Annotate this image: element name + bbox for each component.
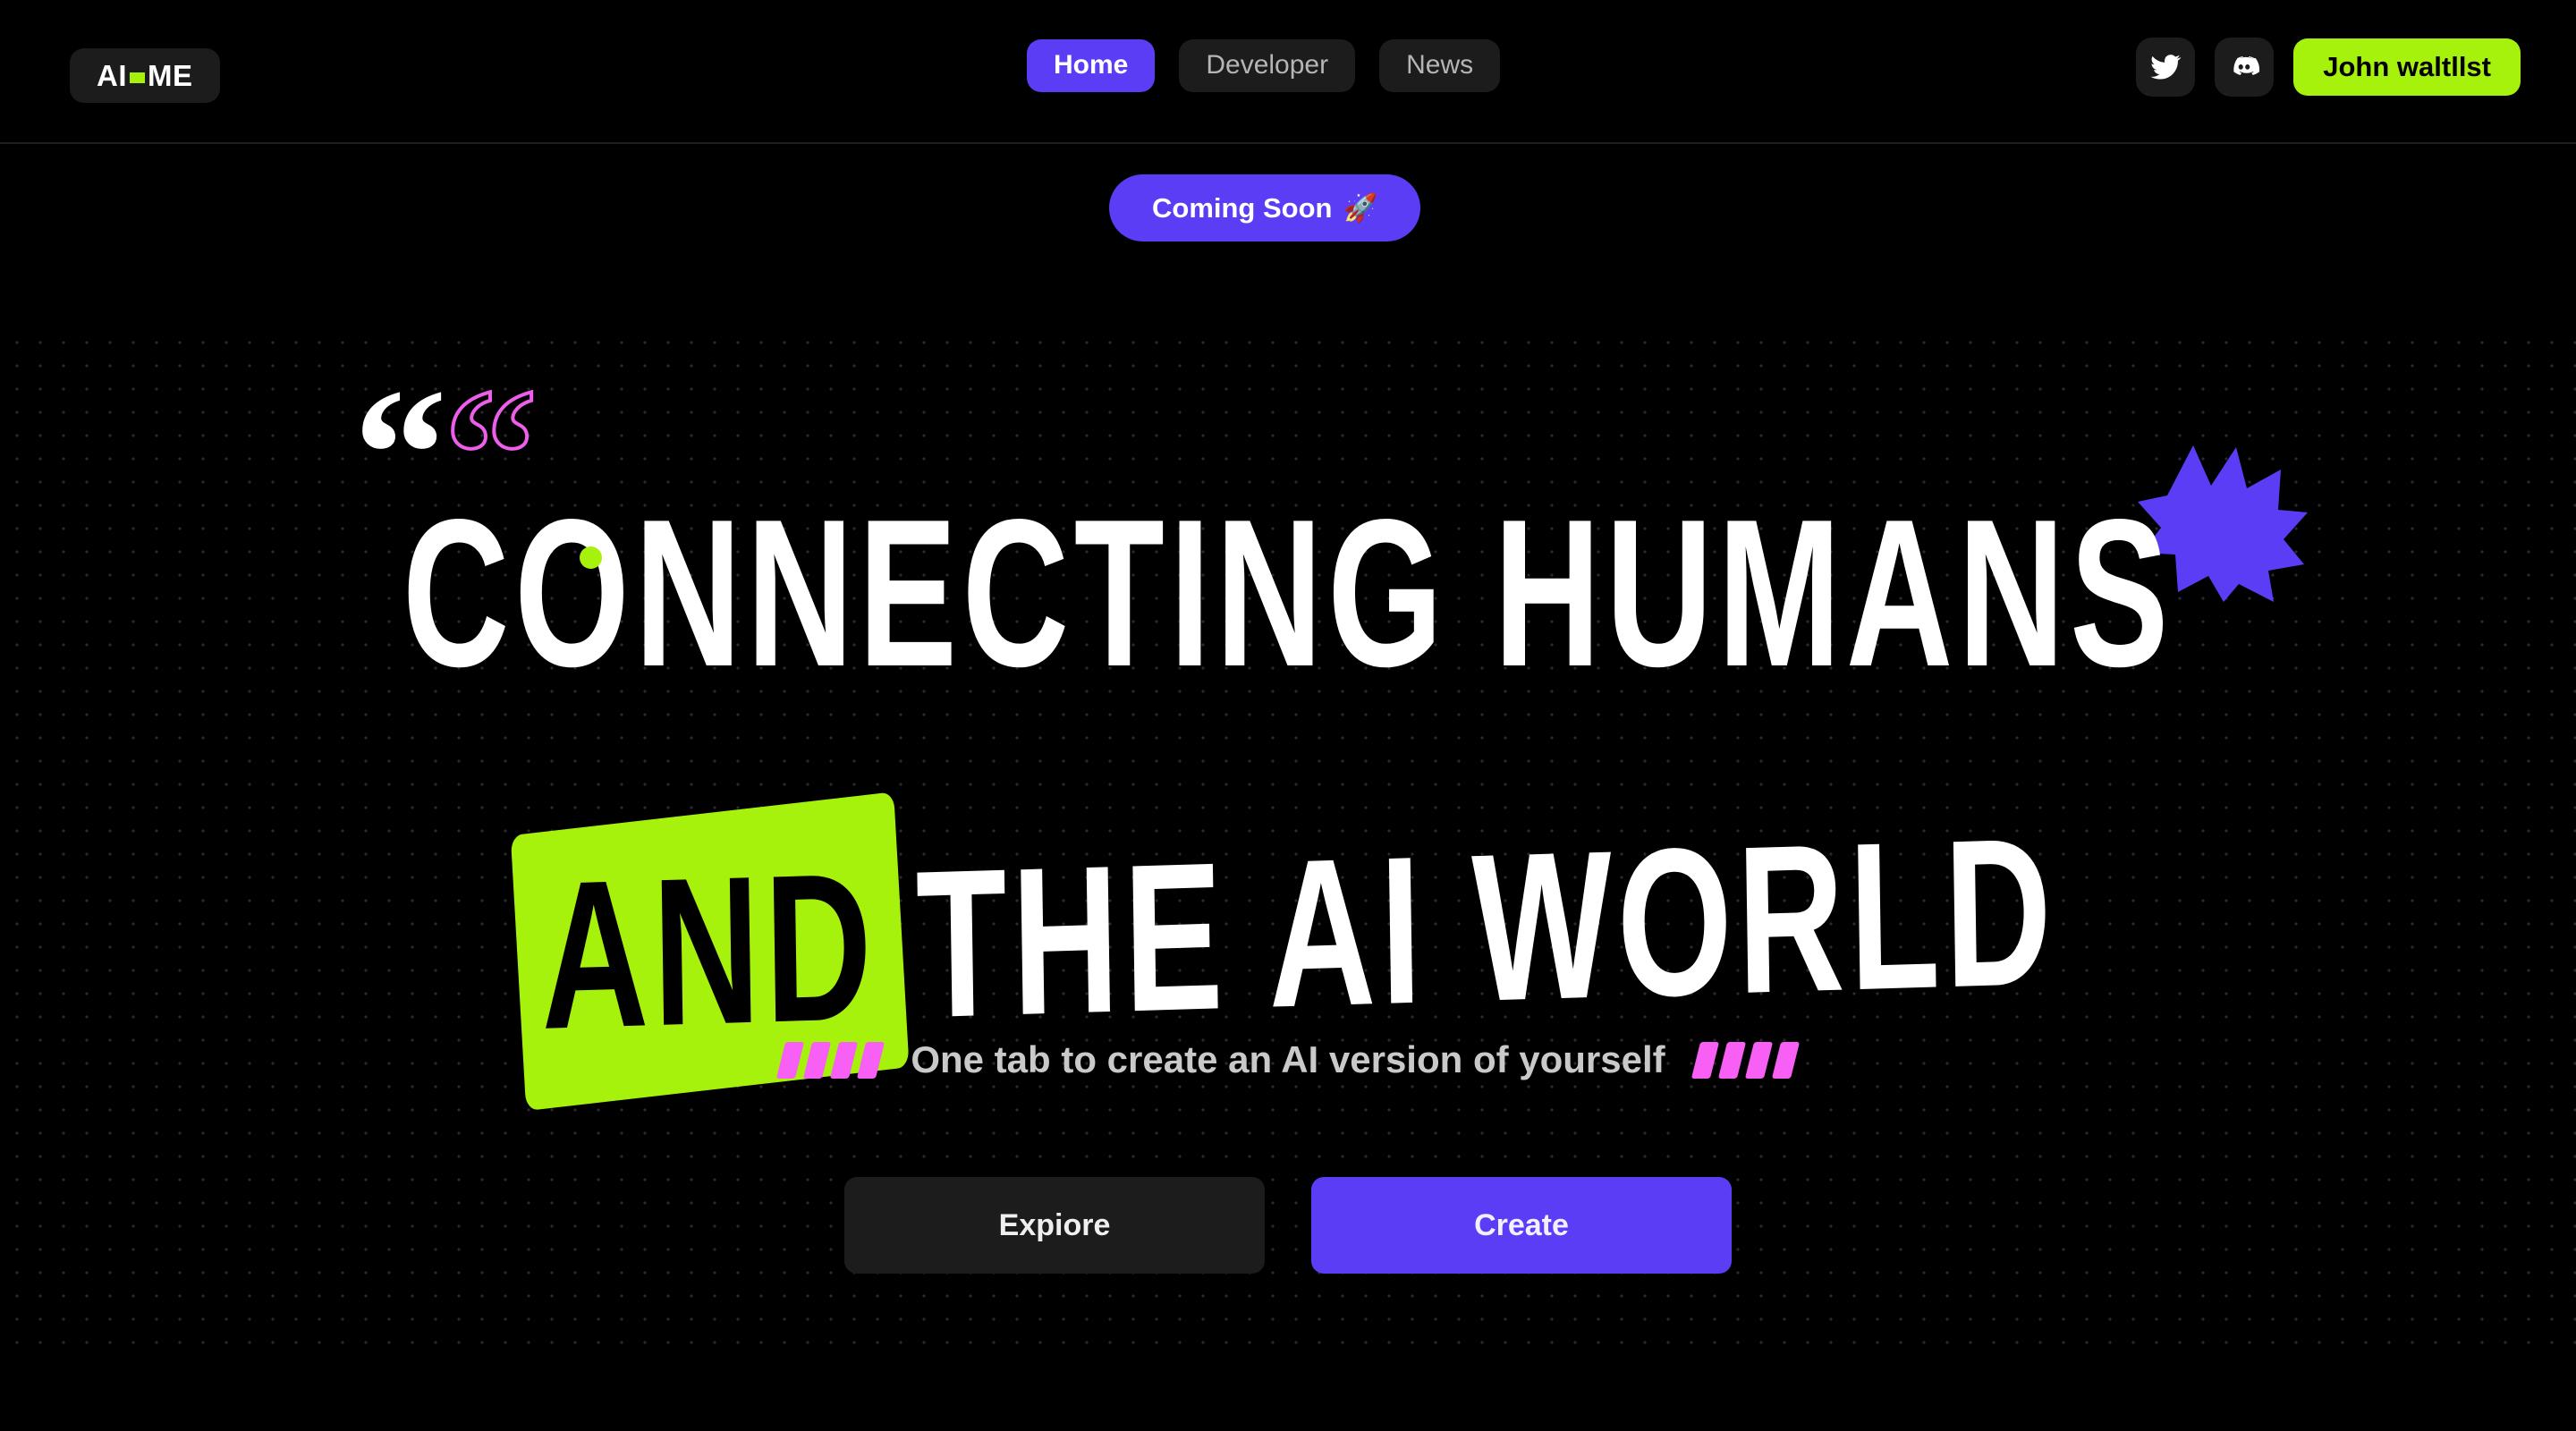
hero-tagline: One tab to create an AI version of yours…: [911, 1038, 1665, 1080]
headline-highlight-and: AND: [521, 828, 897, 1073]
waitlist-button[interactable]: John waltllst: [2293, 38, 2521, 96]
site-header: AI ME Home Developer News John waltllst: [0, 0, 2576, 144]
slash-icon: [1690, 1041, 1719, 1079]
slash-icon: [803, 1041, 832, 1079]
main-nav: Home Developer News: [1027, 39, 1501, 92]
slashes-right: [1690, 1041, 1800, 1079]
explore-button[interactable]: Expiore: [844, 1177, 1265, 1274]
green-dash-icon: [130, 72, 145, 83]
headline-line-1: CONNECTING HUMANS: [402, 475, 2174, 711]
slash-icon: [857, 1041, 886, 1079]
slash-icon: [1771, 1041, 1800, 1079]
nav-item-developer[interactable]: Developer: [1179, 39, 1356, 92]
slash-icon: [830, 1041, 859, 1079]
header-actions: John waltllst: [2136, 38, 2521, 97]
twitter-icon: [2150, 55, 2182, 80]
logo-suffix: ME: [148, 59, 193, 92]
hero-cta-row: Expiore Create: [0, 1177, 2576, 1274]
slash-icon: [776, 1041, 805, 1079]
headline-line-2-rest: THE AI WORLD: [914, 792, 2059, 1063]
hero-section: Coming Soon 🚀 “ “ CONNECTING HUMANS AND T…: [0, 144, 2576, 1431]
green-dot-decoration: [580, 546, 602, 569]
twitter-link[interactable]: [2136, 38, 2196, 97]
create-button[interactable]: Create: [1311, 1177, 1732, 1274]
hero-tagline-row: One tab to create an AI version of yours…: [0, 1038, 2576, 1081]
slashes-left: [776, 1041, 886, 1079]
discord-icon: [2233, 56, 2260, 75]
logo[interactable]: AI ME: [70, 48, 220, 103]
landing-page: AI ME Home Developer News John waltllst: [0, 0, 2576, 1431]
slash-icon: [1744, 1041, 1773, 1079]
nav-item-home[interactable]: Home: [1027, 39, 1156, 92]
logo-prefix: AI: [97, 59, 127, 92]
slash-icon: [1717, 1041, 1746, 1079]
nav-item-news[interactable]: News: [1379, 39, 1501, 92]
hero-headline: CONNECTING HUMANS AND THE AI WORLD: [0, 144, 2576, 1073]
logo-text: AI ME: [97, 61, 193, 90]
discord-link[interactable]: [2215, 38, 2275, 97]
